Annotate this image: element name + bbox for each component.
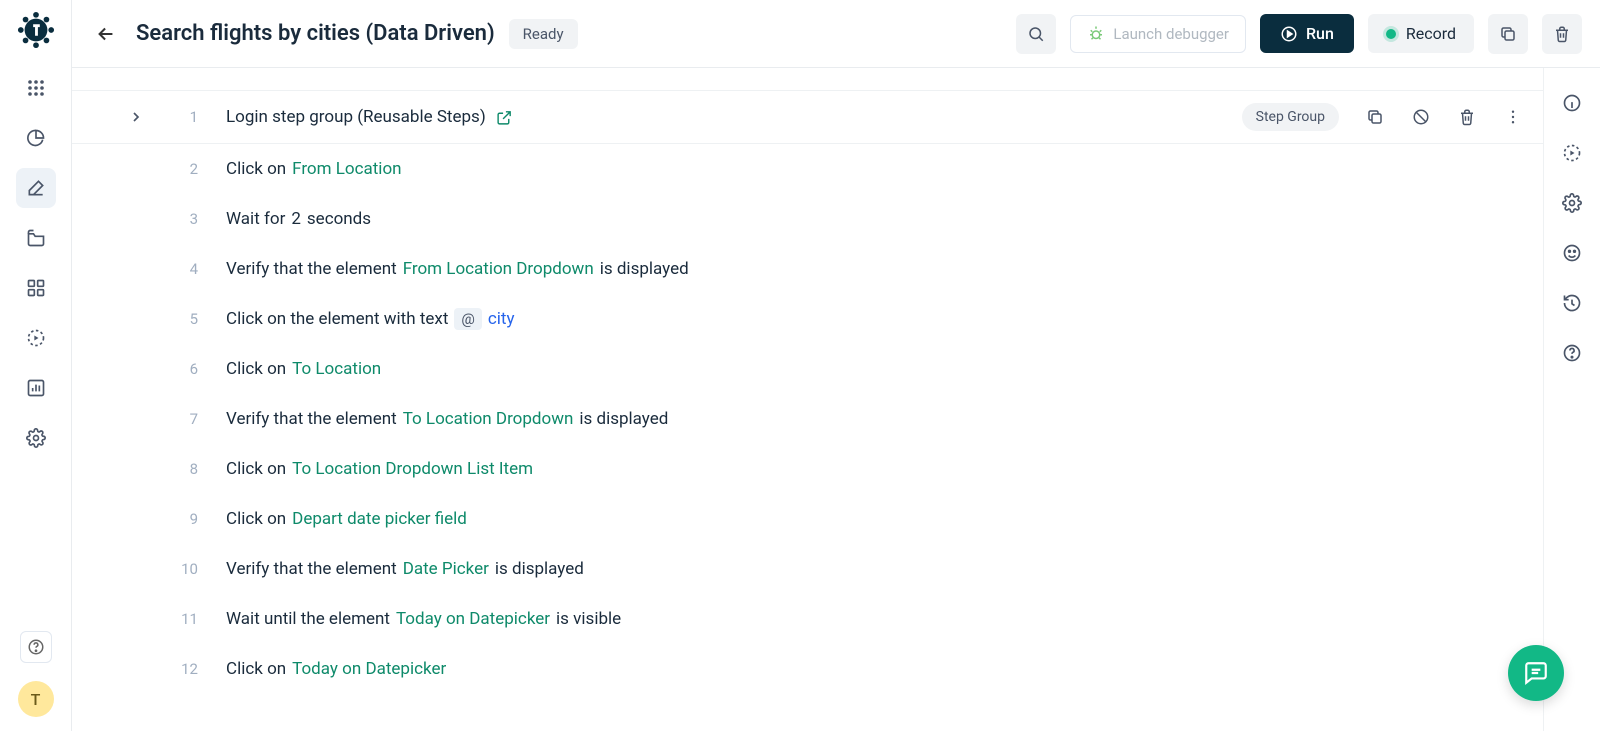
- step-text: Click onDepart date picker field: [208, 509, 1523, 529]
- step-number: 5: [162, 310, 208, 328]
- rail-help[interactable]: [1561, 342, 1583, 364]
- step-row[interactable]: 2Click onFrom Location: [72, 144, 1543, 194]
- record-button[interactable]: Record: [1368, 14, 1474, 53]
- run-label: Run: [1306, 24, 1334, 43]
- step-text: Wait for 2 seconds: [208, 209, 1523, 229]
- trash-icon[interactable]: [1457, 107, 1477, 127]
- right-rail: [1544, 68, 1600, 731]
- rail-info[interactable]: [1561, 92, 1583, 114]
- step-row[interactable]: 5Click on the element with text@city: [72, 294, 1543, 344]
- nav-runs[interactable]: [16, 318, 56, 358]
- rail-run-history[interactable]: [1561, 142, 1583, 164]
- record-label: Record: [1406, 24, 1456, 43]
- element-reference[interactable]: Today on Datepicker: [292, 659, 446, 679]
- page-title: Search flights by cities (Data Driven): [136, 21, 495, 46]
- more-icon[interactable]: [1503, 107, 1523, 127]
- search-button[interactable]: [1016, 14, 1056, 54]
- nav-edit[interactable]: [16, 168, 56, 208]
- step-text: Verify that the elementTo Location Dropd…: [208, 409, 1523, 429]
- disable-icon[interactable]: [1411, 107, 1431, 127]
- step-row[interactable]: 9Click onDepart date picker field: [72, 494, 1543, 544]
- step-row[interactable]: 4Verify that the elementFrom Location Dr…: [72, 244, 1543, 294]
- step-text: Wait until the elementToday on Datepicke…: [208, 609, 1523, 629]
- topbar: Search flights by cities (Data Driven) R…: [72, 0, 1600, 68]
- element-reference[interactable]: Today on Datepicker: [396, 609, 550, 629]
- step-row[interactable]: 7Verify that the elementTo Location Drop…: [72, 394, 1543, 444]
- step-text: Click on the element with text@city: [208, 308, 1523, 330]
- step-text: Verify that the elementFrom Location Dro…: [208, 259, 1523, 279]
- copy-button[interactable]: [1488, 14, 1528, 54]
- variable-badge: @: [454, 308, 481, 330]
- step-row[interactable]: 1Login step group (Reusable Steps)Step G…: [72, 90, 1543, 144]
- step-text: Login step group (Reusable Steps): [208, 107, 1242, 127]
- status-badge: Ready: [509, 19, 578, 49]
- logo: [16, 10, 56, 50]
- delete-button[interactable]: [1542, 14, 1582, 54]
- step-number: 4: [162, 260, 208, 278]
- element-reference[interactable]: From Location Dropdown: [403, 259, 594, 279]
- launch-debugger-label: Launch debugger: [1113, 25, 1229, 43]
- element-reference[interactable]: To Location Dropdown List Item: [292, 459, 533, 479]
- nav-dashboard[interactable]: [16, 118, 56, 158]
- step-text: Click onTo Location: [208, 359, 1523, 379]
- nav-reports[interactable]: [16, 368, 56, 408]
- record-dot-icon: [1386, 29, 1396, 39]
- step-number: 7: [162, 410, 208, 428]
- step-number: 9: [162, 510, 208, 528]
- step-row[interactable]: 3Wait for 2 seconds: [72, 194, 1543, 244]
- element-reference[interactable]: Depart date picker field: [292, 509, 467, 529]
- step-number: 1: [162, 108, 208, 126]
- rail-history[interactable]: [1561, 292, 1583, 314]
- element-reference[interactable]: From Location: [292, 159, 401, 179]
- help-button[interactable]: [20, 631, 52, 663]
- step-text: Click onTo Location Dropdown List Item: [208, 459, 1523, 479]
- step-text: Click onToday on Datepicker: [208, 659, 1523, 679]
- step-number: 12: [162, 660, 208, 678]
- chat-fab[interactable]: [1508, 645, 1564, 701]
- nav-components[interactable]: [16, 268, 56, 308]
- rail-users[interactable]: [1561, 242, 1583, 264]
- step-group-badge: Step Group: [1242, 103, 1339, 131]
- nav-apps[interactable]: [16, 68, 56, 108]
- steps-panel: 1Login step group (Reusable Steps)Step G…: [72, 68, 1544, 731]
- launch-debugger-button[interactable]: Launch debugger: [1070, 15, 1246, 53]
- step-row[interactable]: 12Click onToday on Datepicker: [72, 644, 1543, 694]
- step-number: 6: [162, 360, 208, 378]
- step-number: 10: [162, 560, 208, 578]
- element-reference[interactable]: Date Picker: [403, 559, 489, 579]
- step-number: 2: [162, 160, 208, 178]
- bug-icon: [1087, 25, 1105, 43]
- variable-name[interactable]: city: [488, 309, 515, 329]
- step-text: Verify that the elementDate Pickeris dis…: [208, 559, 1523, 579]
- element-reference[interactable]: To Location: [292, 359, 381, 379]
- avatar[interactable]: T: [18, 681, 54, 717]
- step-number: 3: [162, 210, 208, 228]
- run-button[interactable]: Run: [1260, 14, 1354, 53]
- step-number: 8: [162, 460, 208, 478]
- external-link-icon[interactable]: [496, 109, 513, 126]
- step-text: Click onFrom Location: [208, 159, 1523, 179]
- rail-settings[interactable]: [1561, 192, 1583, 214]
- step-row[interactable]: 10Verify that the elementDate Pickeris d…: [72, 544, 1543, 594]
- step-row[interactable]: 11Wait until the elementToday on Datepic…: [72, 594, 1543, 644]
- sidebar: T: [0, 0, 72, 731]
- back-button[interactable]: [90, 18, 122, 50]
- nav-settings[interactable]: [16, 418, 56, 458]
- nav-folder[interactable]: [16, 218, 56, 258]
- expand-chevron-icon[interactable]: [124, 105, 148, 129]
- step-row[interactable]: 8Click onTo Location Dropdown List Item: [72, 444, 1543, 494]
- step-row[interactable]: 6Click onTo Location: [72, 344, 1543, 394]
- step-number: 11: [162, 610, 208, 628]
- copy-icon[interactable]: [1365, 107, 1385, 127]
- element-reference[interactable]: To Location Dropdown: [403, 409, 574, 429]
